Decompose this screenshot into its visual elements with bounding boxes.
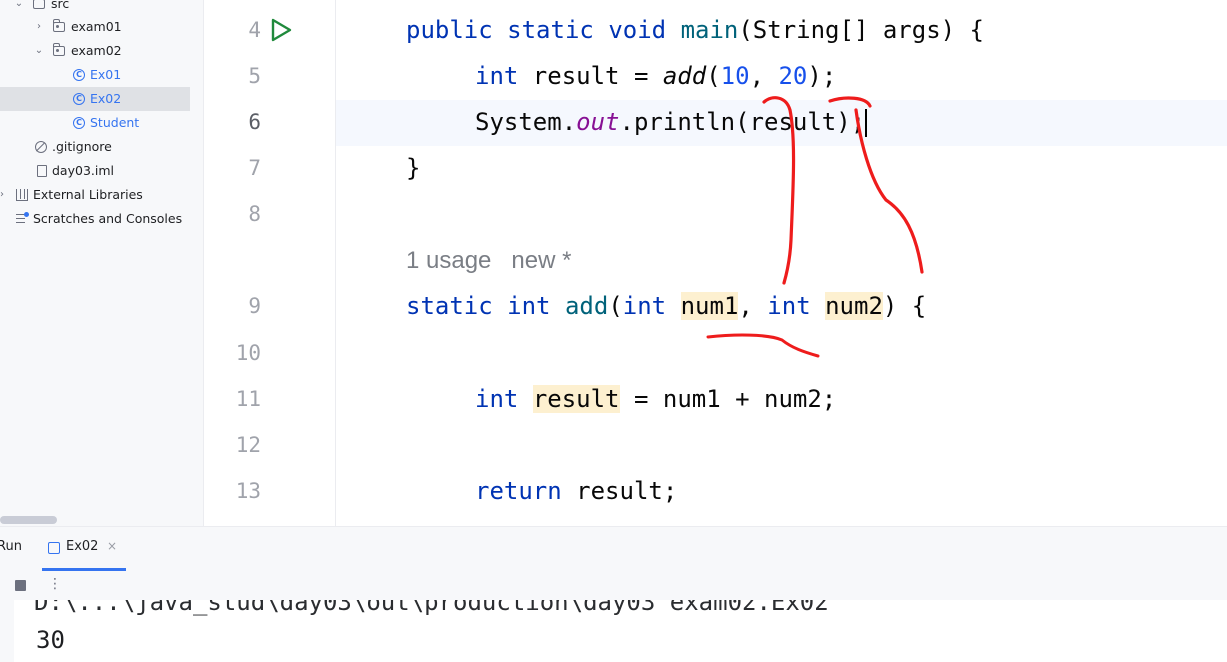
console-command-line: D:\...\java_stud\day03\out\production\da… [34, 600, 829, 616]
red-annotation-strokes [706, 96, 924, 358]
annotation-arrow-20 [828, 96, 924, 274]
run-config-icon [48, 542, 60, 554]
run-header: Run Ex02 × [0, 526, 1227, 571]
stop-icon[interactable] [15, 580, 26, 591]
annotation-arrow-10 [762, 96, 796, 285]
run-panel-title: Run [0, 539, 22, 554]
run-tool-window: Run Ex02 × ⋮ D:\...\java_stud\day03\out\… [0, 526, 1227, 662]
run-toolbar: ⋮ [0, 570, 1227, 600]
annotation-underline-num1 [706, 333, 820, 358]
run-tab-ex02[interactable]: Ex02 [66, 539, 98, 554]
close-icon[interactable]: × [107, 539, 117, 553]
more-options-icon[interactable]: ⋮ [48, 576, 62, 592]
console-output[interactable]: D:\...\java_stud\day03\out\production\da… [14, 600, 1227, 662]
console-result: 30 [36, 626, 65, 654]
